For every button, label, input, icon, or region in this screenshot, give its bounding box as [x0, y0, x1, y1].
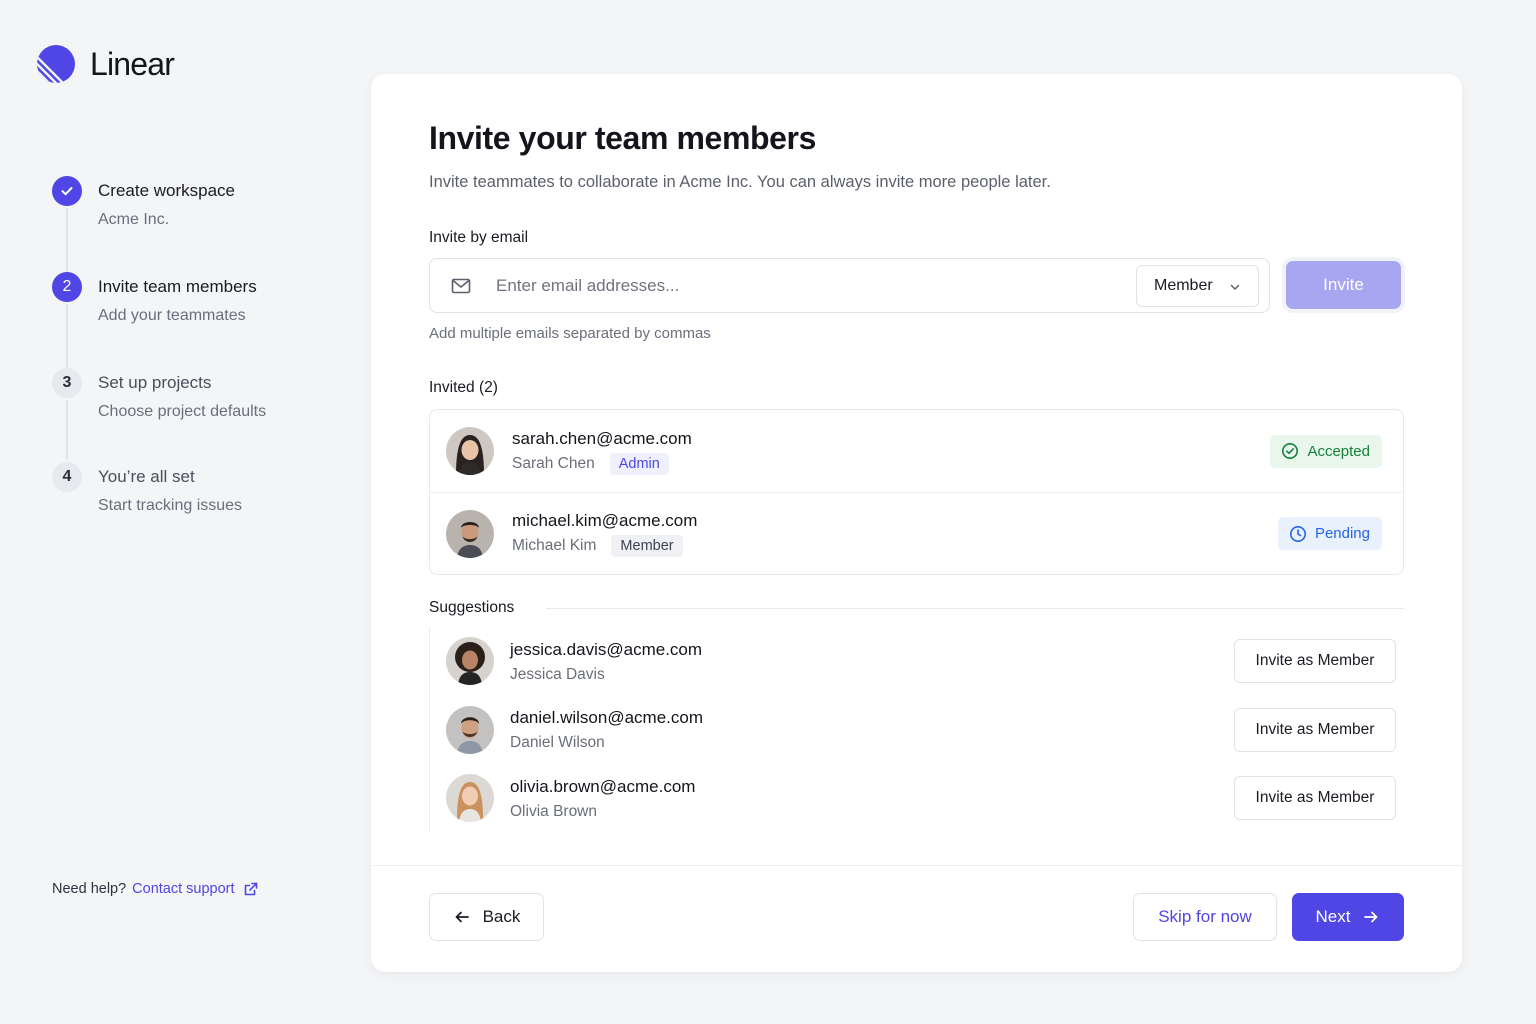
external-link-icon — [244, 882, 257, 896]
suggestions-label: Suggestions — [429, 599, 515, 616]
avatar — [446, 637, 494, 686]
suggestions-list: jessica.davis@acme.com Jessica Davis Inv… — [429, 627, 1404, 832]
contact-support-label: Contact support — [132, 881, 235, 897]
step-subtitle: Choose project defaults — [98, 403, 267, 420]
status-badge: Accepted — [1270, 434, 1382, 468]
back-button[interactable]: Back — [429, 893, 544, 941]
step-number: 2 — [52, 272, 82, 302]
role-badge: Member — [611, 535, 683, 557]
suggestion-row: jessica.davis@acme.com Jessica Davis Inv… — [430, 627, 1404, 696]
invited-email: michael.kim@acme.com — [512, 511, 698, 530]
avatar — [446, 509, 494, 558]
step-set-up-projects[interactable]: 3 Set up projects Choose project default… — [52, 368, 322, 464]
step-title: Invite team members — [98, 277, 257, 296]
brand-logo: Linear — [36, 44, 175, 84]
suggestion-name: Jessica Davis — [510, 665, 605, 683]
suggestion-name: Olivia Brown — [510, 802, 597, 820]
arrow-right-icon — [1364, 911, 1378, 923]
step-subtitle: Add your teammates — [98, 307, 246, 324]
role-badge: Admin — [609, 452, 669, 475]
step-connector — [66, 304, 68, 368]
clock-icon — [1289, 525, 1306, 542]
step-subtitle: Acme Inc. — [98, 211, 170, 228]
avatar — [446, 705, 494, 754]
suggestion-email: olivia.brown@acme.com — [510, 776, 696, 796]
arrow-left-icon — [455, 911, 469, 923]
page-title: Invite your team members — [429, 120, 816, 156]
suggestions-header: Suggestions — [429, 599, 1404, 617]
check-circle-icon — [1282, 443, 1299, 459]
linear-logo-icon — [37, 45, 75, 83]
suggestion-email: daniel.wilson@acme.com — [510, 708, 704, 728]
footer-divider — [371, 865, 1462, 866]
invite-as-member-button[interactable]: Invite as Member — [1234, 707, 1396, 752]
invite-by-email-label: Invite by email — [429, 229, 529, 246]
invited-email: sarah.chen@acme.com — [512, 428, 692, 448]
invited-list: sarah.chen@acme.com Sarah Chen Admin Acc… — [429, 409, 1404, 575]
invited-row: sarah.chen@acme.com Sarah Chen Admin Acc… — [430, 410, 1403, 492]
step-title: Set up projects — [98, 373, 212, 392]
skip-for-now-button[interactable]: Skip for now — [1133, 893, 1277, 941]
invited-label: Invited (2) — [429, 379, 498, 396]
step-connector — [66, 400, 68, 460]
invite-as-member-button[interactable]: Invite as Member — [1234, 639, 1396, 683]
step-title: Create workspace — [98, 181, 236, 200]
invited-name: Michael Kim — [512, 537, 597, 554]
invite-card: Invite your team members Invite teammate… — [371, 74, 1462, 972]
avatar — [446, 427, 494, 475]
invited-row: michael.kim@acme.com Michael Kim Member … — [430, 492, 1403, 574]
help-prompt: Need help? — [52, 881, 127, 897]
invite-button[interactable]: Invite — [1286, 261, 1401, 309]
suggestion-email: jessica.davis@acme.com — [510, 639, 703, 659]
help-footer: Need help? Contact support — [52, 881, 259, 897]
status-label: Pending — [1314, 525, 1370, 542]
next-button[interactable]: Next — [1292, 893, 1404, 941]
back-label: Back — [482, 907, 521, 926]
role-select[interactable]: Member — [1136, 265, 1259, 307]
step-number: 3 — [52, 368, 82, 398]
role-select-value: Member — [1154, 277, 1213, 294]
chevron-down-icon — [1230, 284, 1240, 290]
suggestion-row: olivia.brown@acme.com Olivia Brown Invit… — [430, 764, 1404, 833]
divider — [546, 607, 1404, 609]
onboarding-stepper: Create workspace Acme Inc. 2 Invite team… — [52, 176, 322, 558]
mail-icon — [451, 278, 471, 293]
invite-as-member-button[interactable]: Invite as Member — [1234, 776, 1396, 820]
avatar — [446, 774, 494, 823]
step-create-workspace[interactable]: Create workspace Acme Inc. — [52, 176, 322, 272]
step-connector — [66, 208, 68, 272]
step-number: 4 — [52, 462, 82, 492]
step-subtitle: Start tracking issues — [98, 497, 243, 514]
email-hint: Add multiple emails separated by commas — [429, 325, 711, 342]
brand-name: Linear — [90, 45, 175, 82]
step-invite-team[interactable]: 2 Invite team members Add your teammates — [52, 272, 322, 368]
email-input[interactable] — [496, 275, 1116, 296]
step-title: You’re all set — [98, 467, 195, 486]
suggestion-name: Daniel Wilson — [510, 734, 605, 752]
step-complete-check-icon — [52, 176, 82, 206]
page-subtitle: Invite teammates to collaborate in Acme … — [429, 173, 1051, 191]
email-field-container: Member — [429, 258, 1270, 313]
suggestion-row: daniel.wilson@acme.com Daniel Wilson Inv… — [430, 696, 1404, 765]
invited-name: Sarah Chen — [512, 454, 595, 472]
contact-support-link[interactable]: Contact support — [132, 881, 258, 897]
step-all-set[interactable]: 4 You’re all set Start tracking issues — [52, 462, 322, 558]
next-label: Next — [1315, 907, 1351, 926]
status-badge: Pending — [1277, 517, 1382, 550]
status-label: Accepted — [1307, 442, 1370, 460]
